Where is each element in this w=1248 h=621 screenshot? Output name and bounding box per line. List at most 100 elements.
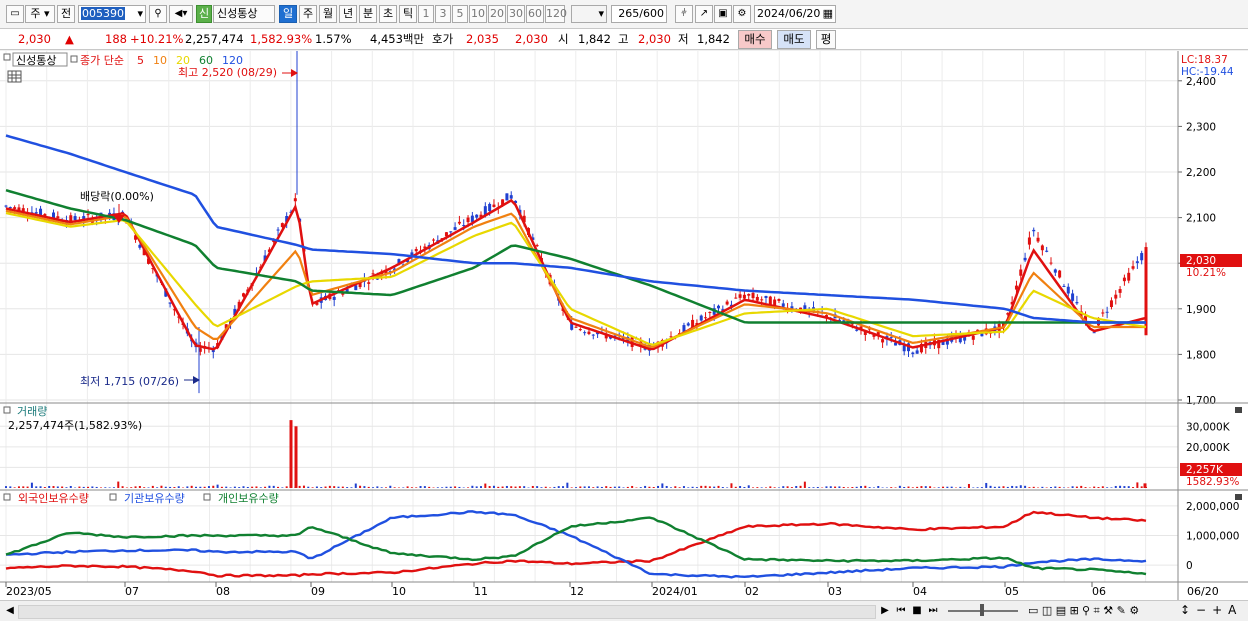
step-back-icon[interactable]: ⏮ [894, 604, 908, 618]
volume-bar [834, 486, 837, 488]
candle-body [764, 295, 768, 298]
period-tab[interactable]: 일 [279, 5, 297, 23]
volume-bar [1136, 482, 1139, 488]
hc-label: HC:-19.44 [1181, 66, 1234, 78]
volume-bar [592, 487, 595, 488]
volume-bar [717, 485, 720, 488]
volume-bar [872, 487, 875, 488]
scroll-right-icon[interactable]: ▶ [878, 604, 892, 618]
candle-body [276, 229, 280, 231]
count-input[interactable]: 265/600 [611, 5, 667, 23]
volume-bar [1015, 486, 1018, 488]
gear-icon[interactable]: ⚙ [733, 5, 751, 23]
volume-bar [639, 487, 642, 488]
play-forward-icon[interactable]: ⏭ [926, 604, 940, 618]
period-tab[interactable]: 주 [299, 5, 317, 23]
volume-bar [726, 487, 729, 488]
eval-button[interactable]: 평 [816, 30, 836, 49]
interval-button[interactable]: 10 [469, 5, 487, 23]
interval-button[interactable]: 3 [435, 5, 451, 23]
credit-badge: 신 [196, 5, 212, 23]
date-input[interactable]: 2024/06/20 ▦ [754, 5, 836, 23]
interval-button[interactable]: 20 [488, 5, 506, 23]
candle-body [1066, 286, 1070, 294]
line-tool-icon[interactable]: ↗ [695, 5, 713, 23]
save-icon[interactable]: ▣ [714, 5, 732, 23]
volume-bar [233, 486, 236, 488]
scrollbar-track[interactable] [18, 605, 876, 619]
holdings-legend-item[interactable]: 기관보유수량 [124, 492, 185, 505]
period-tab[interactable]: 초 [379, 5, 397, 23]
volume-bar [225, 486, 228, 488]
period-tab[interactable]: 틱 [399, 5, 417, 23]
interval-button[interactable]: 5 [452, 5, 468, 23]
market-select[interactable]: 주 ▾ [25, 5, 55, 23]
zoom-slider-handle[interactable] [980, 604, 984, 616]
candle-type-icon[interactable]: ⫩ [675, 5, 693, 23]
interval-button[interactable]: 120 [545, 5, 567, 23]
volume-bar [17, 486, 20, 488]
interval-button[interactable]: 30 [507, 5, 525, 23]
collapse-volume-icon[interactable] [1235, 407, 1242, 413]
ma-legend-item[interactable]: 5 [137, 54, 144, 67]
volume-bar [177, 486, 180, 488]
search-icon[interactable]: ⚲ [149, 5, 167, 23]
collapse-holdings-icon[interactable] [1235, 494, 1242, 500]
volume-bar [69, 485, 72, 488]
prefix-button[interactable]: 전 [57, 5, 75, 23]
holdings-legend-item[interactable]: 개인보유수량 [218, 492, 279, 505]
sell-button[interactable]: 매도 [777, 30, 811, 49]
stock-name-field[interactable]: 신성통상 [213, 5, 275, 23]
volume-bar [747, 485, 750, 488]
x-axis-end-label: 06/20 [1187, 585, 1219, 598]
volume-bar [540, 487, 543, 488]
volume-bar [989, 485, 992, 488]
volume-bar [1097, 487, 1100, 488]
lc-label: LC:18.37 [1181, 54, 1228, 66]
volume-bar [700, 485, 703, 488]
volume-bar [505, 485, 508, 488]
period-tab[interactable]: 월 [319, 5, 337, 23]
market-select-value: 주 [30, 7, 41, 20]
buy-button[interactable]: 매수 [738, 30, 772, 49]
candle-body [1101, 312, 1105, 314]
candle-body [1092, 332, 1096, 334]
window-menu-icon[interactable]: ▭ [6, 5, 24, 23]
interval-button[interactable]: 60 [526, 5, 544, 23]
volume-bar [1050, 487, 1052, 488]
scroll-left-icon[interactable]: ◀ [3, 604, 17, 618]
interval-extra-select[interactable]: ▾ [571, 5, 607, 23]
volume-bar [523, 486, 526, 488]
table-icon[interactable] [7, 70, 22, 83]
volume-bar [1028, 487, 1031, 488]
volume-bar [777, 487, 780, 488]
speaker-icon[interactable]: ◀▾ [169, 5, 193, 23]
candle-body [470, 215, 474, 222]
stop-icon[interactable]: ■ [910, 604, 924, 618]
low-price: 1,842 [697, 32, 730, 46]
x-axis-label: 11 [474, 585, 488, 598]
candle-body [1109, 300, 1113, 308]
period-tab[interactable]: 분 [359, 5, 377, 23]
volume-bar [1032, 486, 1035, 488]
zoom-controls[interactable]: ↕−+A [1180, 603, 1242, 617]
chart-area[interactable]: 2,4002,3002,2002,1002,0001,9001,8001,700… [0, 51, 1248, 600]
x-axis-label: 07 [125, 585, 139, 598]
volume-bar [1058, 486, 1061, 488]
candle-body [1058, 270, 1062, 278]
ma-legend-item[interactable]: 10 [153, 54, 167, 67]
stock-code-input[interactable]: 005390 ▾ [78, 5, 146, 23]
volume-bar [328, 485, 331, 488]
period-tab[interactable]: 년 [339, 5, 357, 23]
calendar-icon[interactable]: ▦ [823, 6, 833, 22]
analysis-tool-icons[interactable]: ⚲ ⌗ ⚒ ✎ ⚙ [1082, 604, 1139, 618]
interval-button[interactable]: 1 [418, 5, 434, 23]
volume-bar [622, 487, 625, 488]
price-axis-label: 2,100 [1186, 213, 1216, 225]
price-tag-pct: 10.21% [1186, 267, 1226, 279]
volume-bar [847, 487, 850, 488]
volume-bar [43, 487, 46, 488]
zoom-icons[interactable]: ▭ ◫ ▤ ⊞ [1028, 604, 1079, 617]
holdings-legend-item[interactable]: 외국인보유수량 [18, 492, 89, 505]
volume-readout: 2,257,474주(1,582.93%) [8, 419, 142, 432]
